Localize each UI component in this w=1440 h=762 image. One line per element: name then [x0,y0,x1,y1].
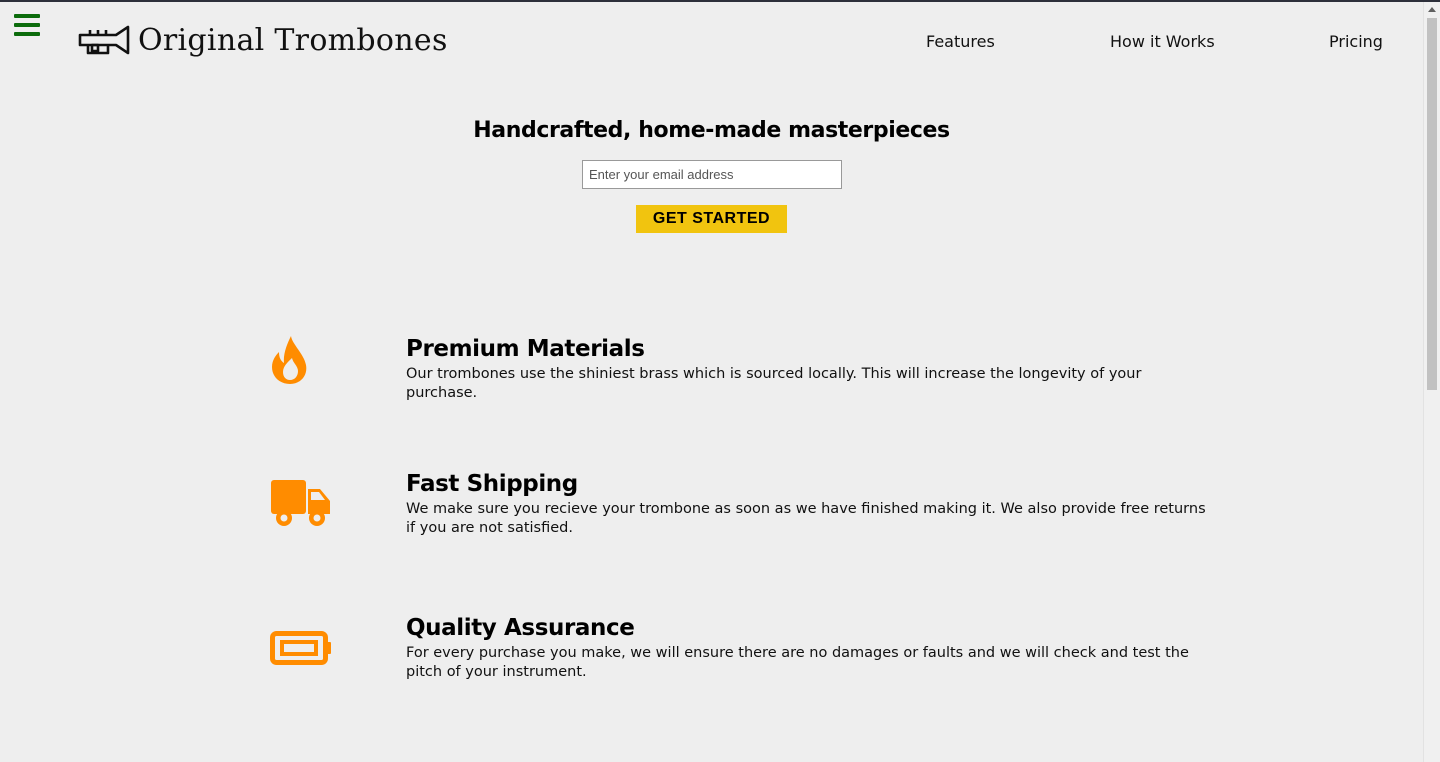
nav-link-features[interactable]: Features [926,32,995,51]
scroll-up-arrow-icon[interactable] [1428,7,1436,12]
fire-icon [272,336,307,384]
truck-icon [271,480,330,526]
feature-title: Fast Shipping [406,471,578,497]
feature-text: Our trombones use the shiniest brass whi… [406,366,1142,401]
feature-text: For every purchase you make, we will ens… [406,645,1189,680]
feature-text: We make sure you recieve your trombone a… [406,501,1206,536]
nav-link-how-it-works[interactable]: How it Works [1110,32,1215,51]
battery-icon [270,631,331,665]
hero-title: Handcrafted, home-made masterpieces [473,118,950,143]
nav-link-pricing[interactable]: Pricing [1329,32,1383,51]
vertical-scrollbar[interactable] [1423,2,1440,762]
page: Original Trombones Features How it Works… [0,2,1423,762]
feature-title: Premium Materials [406,336,645,362]
scrollbar-thumb[interactable] [1427,18,1437,390]
feature-title: Quality Assurance [406,615,635,641]
email-input[interactable] [582,160,842,189]
top-nav: Features How it Works Pricing [0,32,1423,56]
get-started-button[interactable]: GET STARTED [636,205,787,233]
